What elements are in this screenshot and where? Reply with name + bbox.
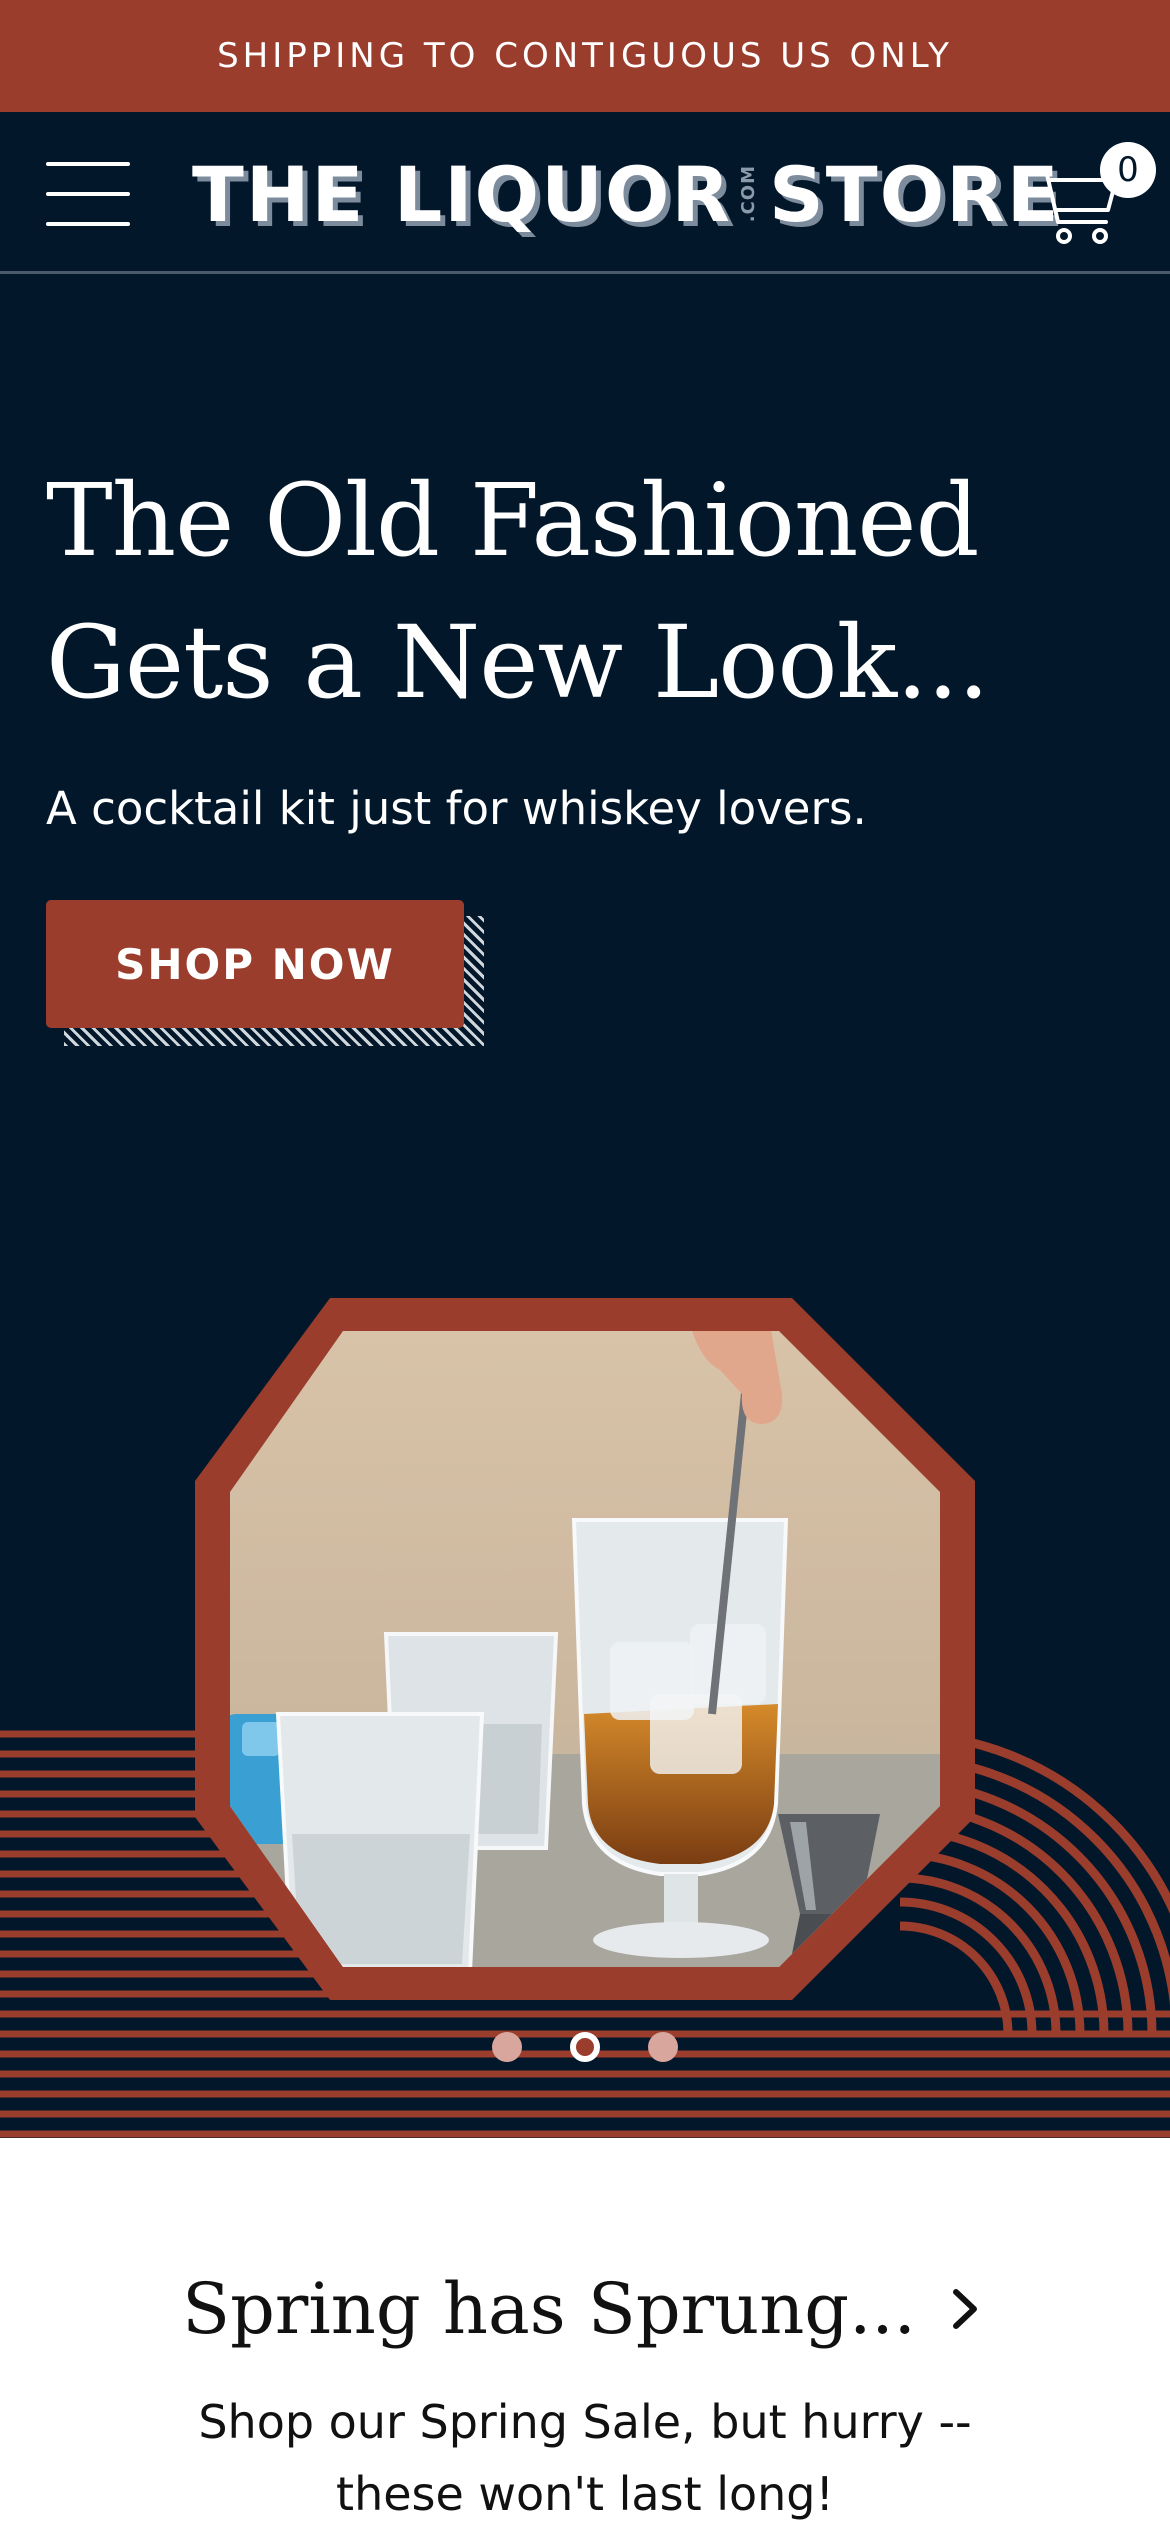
site-logo[interactable]: THE LIQUOR .COM STORE — [192, 149, 1061, 239]
carousel-dot-3[interactable] — [648, 2032, 678, 2062]
site-header: THE LIQUOR .COM STORE 0 — [0, 112, 1170, 274]
hero-carousel: The Old Fashioned Gets a New Look... A c… — [0, 274, 1170, 2138]
logo-text-right: STORE — [768, 149, 1061, 239]
logo-text-com: .COM — [737, 165, 759, 223]
cart-count-badge: 0 — [1100, 142, 1156, 198]
promo-section: Spring has Sprung... Shop our Spring Sal… — [0, 2138, 1170, 2532]
cart-button[interactable]: 0 — [1030, 142, 1156, 252]
menu-icon[interactable] — [46, 160, 132, 228]
announcement-text: SHIPPING TO CONTIGUOUS US ONLY — [217, 36, 953, 76]
announcement-bar: SHIPPING TO CONTIGUOUS US ONLY — [0, 0, 1170, 112]
shop-now-button[interactable]: SHOP NOW — [46, 900, 464, 1028]
promo-title: Spring has Sprung... — [182, 2268, 916, 2350]
hero-title: The Old Fashioned Gets a New Look... — [46, 462, 990, 721]
carousel-dot-1[interactable] — [492, 2032, 522, 2062]
carousel-dot-2-active[interactable] — [570, 2032, 600, 2062]
logo-text-left: THE LIQUOR — [192, 149, 732, 239]
carousel-pagination — [0, 2032, 1170, 2072]
chevron-right-icon — [952, 2289, 977, 2329]
promo-title-link[interactable]: Spring has Sprung... — [0, 2268, 1170, 2350]
promo-text: Shop our Spring Sale, but hurry -- these… — [198, 2395, 972, 2521]
hero-subtitle: A cocktail kit just for whiskey lovers. — [46, 782, 867, 835]
